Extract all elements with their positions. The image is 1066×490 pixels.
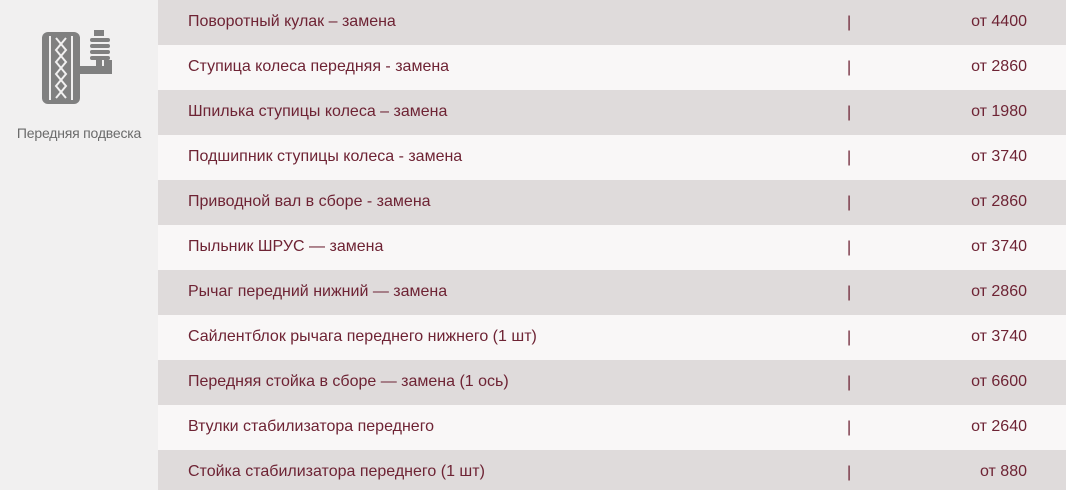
service-row[interactable]: Ступица колеса передняя - замена | от 2860 <box>158 45 1066 90</box>
service-row[interactable]: Шпилька ступицы колеса – замена | от 1980 <box>158 90 1066 135</box>
service-row[interactable]: Стойка стабилизатора переднего (1 шт) | от… <box>158 450 1066 490</box>
separator: | <box>847 194 852 211</box>
separator: | <box>847 284 852 301</box>
service-name: Стойка стабилизатора переднего (1 шт) <box>188 463 485 480</box>
service-price: от 4400 <box>971 13 1027 30</box>
service-name: Сайлентблок рычага переднего нижнего (1 … <box>188 328 537 345</box>
service-row[interactable]: Сайлентблок рычага переднего нижнего (1 … <box>158 315 1066 360</box>
service-row[interactable]: Передняя стойка в сборе — замена (1 ось)… <box>158 360 1066 405</box>
separator: | <box>847 14 852 31</box>
service-name: Ступица колеса передняя - замена <box>188 58 450 75</box>
separator: | <box>847 464 852 481</box>
suspension-icon <box>42 30 112 104</box>
service-price: от 2860 <box>971 58 1027 75</box>
separator: | <box>847 419 852 436</box>
service-row[interactable]: Втулки стабилизатора переднего | от 2640 <box>158 405 1066 450</box>
service-price: от 2640 <box>971 418 1027 435</box>
category-label: Передняя подвеска <box>16 125 142 141</box>
service-name: Пыльник ШРУС — замена <box>188 238 384 255</box>
separator: | <box>847 374 852 391</box>
service-row[interactable]: Пыльник ШРУС — замена | от 3740 <box>158 225 1066 270</box>
service-row[interactable]: Рычаг передний нижний — замена | от 2860 <box>158 270 1066 315</box>
service-price: от 2860 <box>971 193 1027 210</box>
service-name: Передняя стойка в сборе — замена (1 ось) <box>188 373 509 390</box>
service-price: от 880 <box>979 463 1027 480</box>
service-row[interactable]: Поворотный кулак – замена | от 4400 <box>158 0 1066 45</box>
service-price: от 3740 <box>971 238 1027 255</box>
service-name: Втулки стабилизатора переднего <box>188 418 435 435</box>
service-price: от 2860 <box>971 283 1027 300</box>
services-table: Поворотный кулак – замена | от 4400 Ступица… <box>158 0 1066 490</box>
service-name: Поворотный кулак – замена <box>188 13 396 30</box>
service-name: Рычаг передний нижний — замена <box>188 283 448 300</box>
service-name: Шпилька ступицы колеса – замена <box>188 103 448 120</box>
service-price: от 3740 <box>971 148 1027 165</box>
service-name: Приводной вал в сборе - замена <box>188 193 431 210</box>
separator: | <box>847 104 852 121</box>
category-sidebar[interactable]: Передняя подвеска <box>0 0 158 490</box>
service-name: Подшипник ступицы колеса - замена <box>188 148 463 165</box>
service-price: от 6600 <box>971 373 1027 390</box>
separator: | <box>847 239 852 256</box>
service-price: от 3740 <box>971 328 1027 345</box>
service-price: от 1980 <box>971 103 1027 120</box>
service-row[interactable]: Подшипник ступицы колеса - замена | от 374… <box>158 135 1066 180</box>
separator: | <box>847 329 852 346</box>
separator: | <box>847 59 852 76</box>
separator: | <box>847 149 852 166</box>
price-list: Передняя подвеска Поворотный кулак – зам… <box>0 0 1066 490</box>
service-row[interactable]: Приводной вал в сборе - замена | от 2860 <box>158 180 1066 225</box>
